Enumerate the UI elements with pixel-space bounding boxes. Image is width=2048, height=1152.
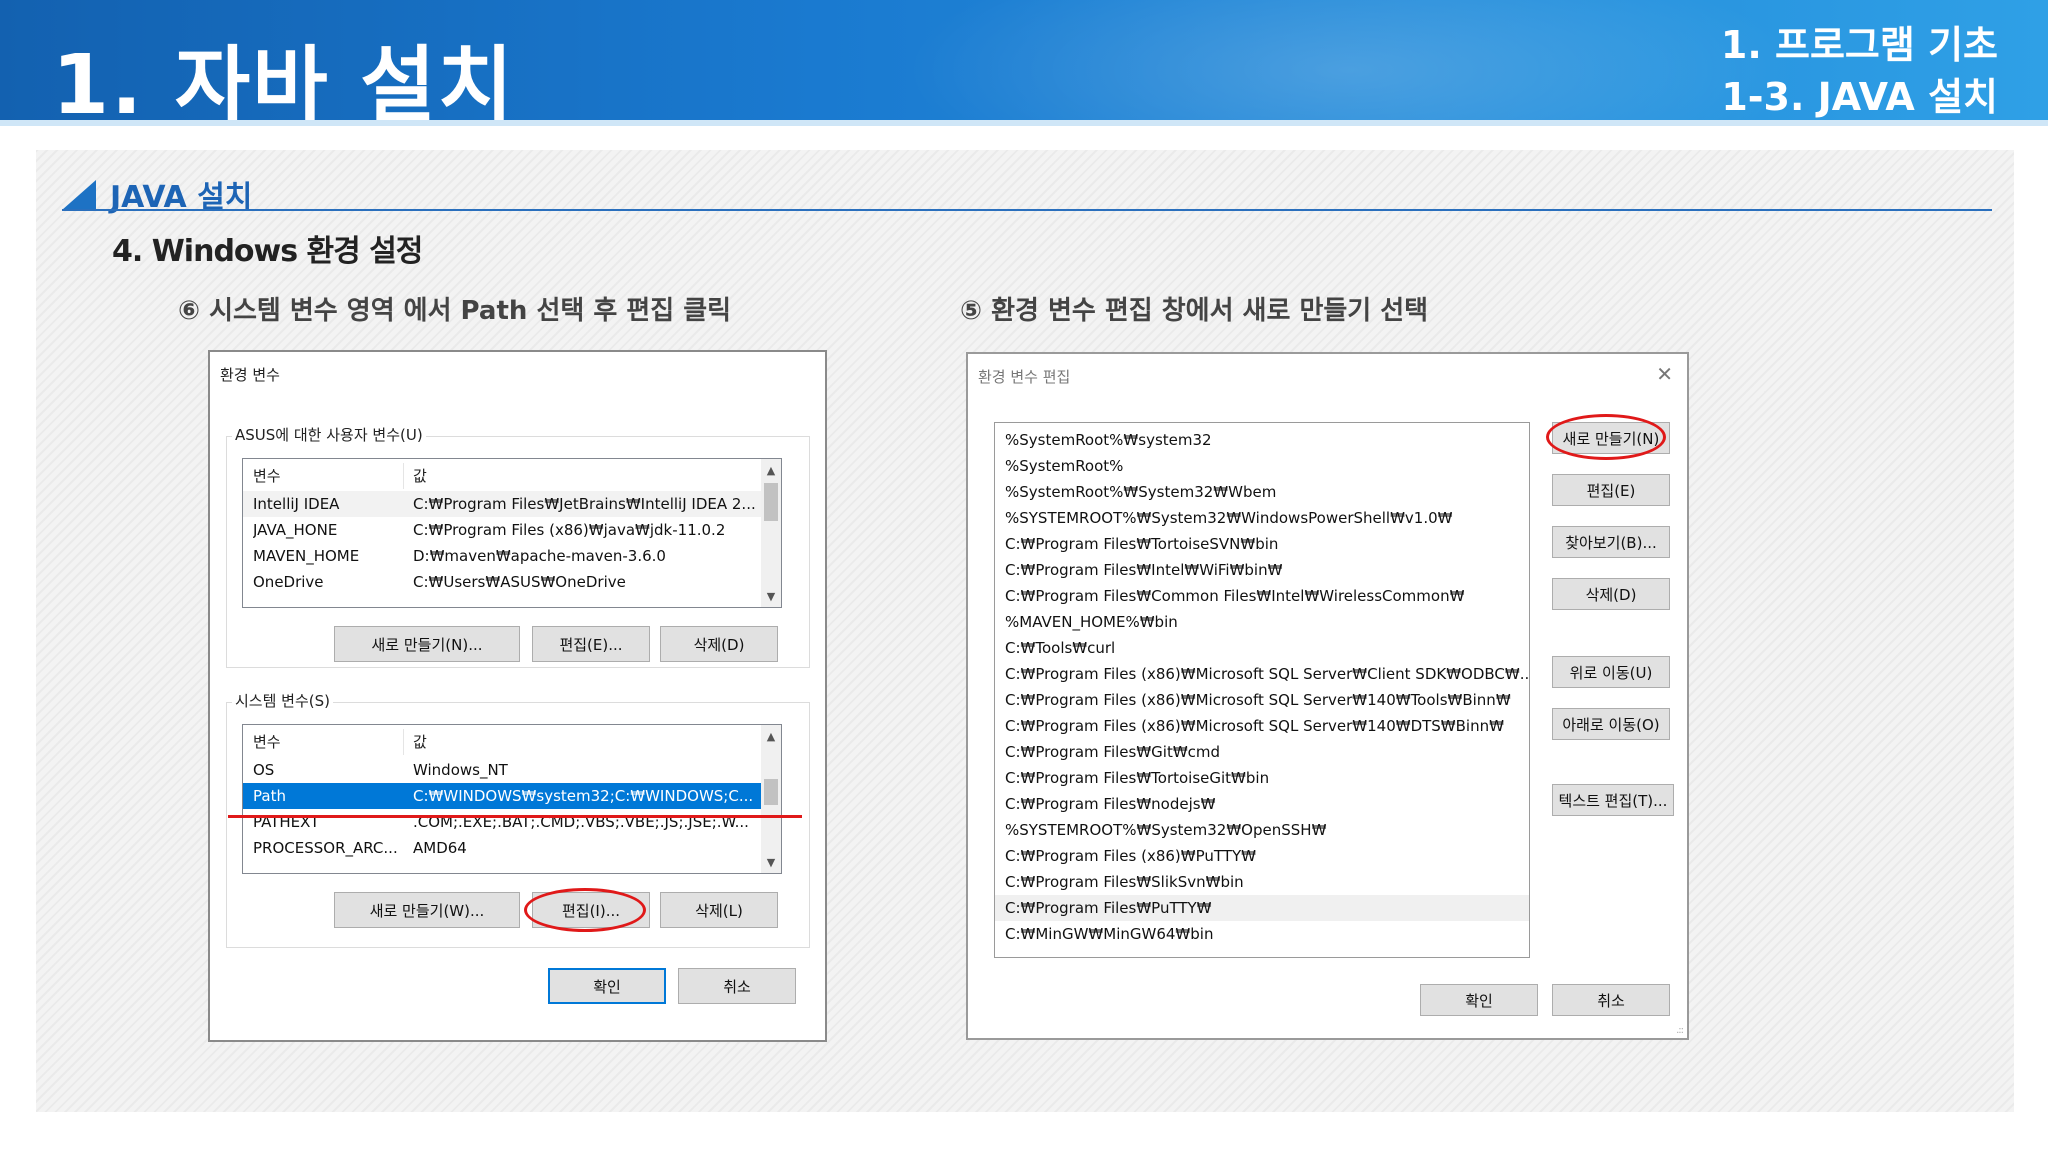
annotation-underline-path [228, 815, 802, 818]
caption-left: ⑥ 시스템 변수 영역 에서 Path 선택 후 편집 클릭 [178, 296, 732, 326]
edit-path-button[interactable]: 편집(E) [1552, 474, 1670, 506]
move-down-button[interactable]: 아래로 이동(O) [1552, 708, 1670, 740]
browse-button[interactable]: 찾아보기(B)... [1552, 526, 1670, 558]
ok-button[interactable]: 확인 [548, 968, 666, 1004]
annotation-circle-edit [524, 888, 646, 932]
var-value: Windows_NT [413, 761, 508, 779]
path-item[interactable]: %MAVEN_HOME%₩bin [995, 609, 1529, 635]
path-item[interactable]: C:₩Program Files₩Common Files₩Intel₩Wire… [995, 583, 1529, 609]
path-item[interactable]: %SYSTEMROOT%₩System32₩WindowsPowerShell₩… [995, 505, 1529, 531]
cancel-button[interactable]: 취소 [678, 968, 796, 1004]
scroll-thumb[interactable] [764, 483, 778, 521]
scroll-up-arrow-icon[interactable]: ▲ [761, 461, 781, 479]
path-item[interactable]: %SystemRoot% [995, 453, 1529, 479]
header-banner: 1. 자바 설치 1. 프로그램 기초 1-3. JAVA 설치 [0, 0, 2048, 126]
column-separator [403, 463, 404, 489]
caption-right: ⑤ 환경 변수 편집 창에서 새로 만들기 선택 [960, 296, 1429, 326]
dialog-title: 환경 변수 [220, 366, 280, 384]
path-item[interactable]: C:₩Program Files (x86)₩Microsoft SQL Ser… [995, 661, 1529, 687]
delete-path-button[interactable]: 삭제(D) [1552, 578, 1670, 610]
user-var-row[interactable]: JAVA_HONE C:₩Program Files (x86)₩java₩jd… [243, 517, 781, 543]
path-item[interactable]: C:₩Program Files (x86)₩Microsoft SQL Ser… [995, 713, 1529, 739]
system-list-scrollbar[interactable]: ▲ ▼ [761, 725, 781, 873]
path-item[interactable]: %SYSTEMROOT%₩System32₩OpenSSH₩ [995, 817, 1529, 843]
path-item[interactable]: C:₩Program Files₩Git₩cmd [995, 739, 1529, 765]
var-value: D:₩maven₩apache-maven-3.6.0 [413, 547, 666, 565]
var-name: MAVEN_HOME [253, 547, 360, 565]
path-item[interactable]: C:₩MinGW₩MinGW64₩bin [995, 921, 1529, 947]
var-value: C:₩Program Files (x86)₩java₩jdk-11.0.2 [413, 521, 726, 539]
var-name: Path [253, 787, 286, 805]
user-var-row[interactable]: OneDrive C:₩Users₩ASUS₩OneDrive [243, 569, 781, 595]
edit-text-button[interactable]: 텍스트 편집(T)... [1552, 784, 1674, 816]
path-item-highlighted[interactable]: C:₩Program Files₩PuTTY₩ [995, 895, 1529, 921]
path-list[interactable]: %SystemRoot%₩system32 %SystemRoot% %Syst… [994, 422, 1530, 958]
user-delete-button[interactable]: 삭제(D) [660, 626, 778, 662]
system-var-row[interactable]: PATHEXT .COM;.EXE;.BAT;.CMD;.VBS;.VBE;.J… [243, 809, 781, 835]
path-item[interactable]: C:₩Program Files₩SlikSvn₩bin [995, 869, 1529, 895]
scroll-thumb[interactable] [764, 779, 778, 805]
scroll-down-arrow-icon[interactable]: ▼ [761, 587, 781, 605]
slide-chapter: 1. 프로그램 기초 [1720, 23, 1998, 67]
var-value: C:₩Program Files₩JetBrains₩IntelliJ IDEA… [413, 495, 756, 513]
user-variables-list[interactable]: 변수 값 IntelliJ IDEA C:₩Program Files₩JetB… [242, 458, 782, 608]
column-header-value[interactable]: 값 [413, 463, 427, 489]
path-item[interactable]: %SystemRoot%₩system32 [995, 427, 1529, 453]
var-name: PROCESSOR_ARC... [253, 839, 398, 857]
user-var-row[interactable]: MAVEN_HOME D:₩maven₩apache-maven-3.6.0 [243, 543, 781, 569]
env-variables-dialog: 환경 변수 ASUS에 대한 사용자 변수(U) 변수 값 IntelliJ I… [208, 350, 827, 1042]
system-var-row[interactable]: PROCESSOR_ARC... AMD64 [243, 835, 781, 861]
section-divider [62, 209, 1992, 211]
user-new-button[interactable]: 새로 만들기(N)... [334, 626, 520, 662]
column-header-value[interactable]: 값 [413, 729, 427, 755]
var-name: JAVA_HONE [253, 521, 338, 539]
system-var-row[interactable]: OS Windows_NT [243, 757, 781, 783]
path-item[interactable]: %SystemRoot%₩System32₩Wbem [995, 479, 1529, 505]
cancel-button[interactable]: 취소 [1552, 984, 1670, 1016]
system-variables-list[interactable]: 변수 값 OS Windows_NT Path C:₩WINDOWS₩syste… [242, 724, 782, 874]
path-item[interactable]: C:₩Program Files₩TortoiseGit₩bin [995, 765, 1529, 791]
system-list-header: 변수 값 [243, 729, 781, 755]
path-item[interactable]: C:₩Program Files₩nodejs₩ [995, 791, 1529, 817]
move-up-button[interactable]: 위로 이동(U) [1552, 656, 1670, 688]
dialog-title: 환경 변수 편집 [978, 368, 1071, 386]
path-item[interactable]: C:₩Program Files (x86)₩PuTTY₩ [995, 843, 1529, 869]
user-list-scrollbar[interactable]: ▲ ▼ [761, 459, 781, 607]
slide-subchapter: 1-3. JAVA 설치 [1721, 75, 1998, 119]
path-item[interactable]: C:₩Program Files₩Intel₩WiFi₩bin₩ [995, 557, 1529, 583]
scroll-up-arrow-icon[interactable]: ▲ [761, 727, 781, 745]
resize-grip-icon[interactable]: .:: [1676, 1025, 1684, 1036]
column-header-name[interactable]: 변수 [253, 463, 403, 489]
column-separator [403, 729, 404, 755]
user-variables-label: ASUS에 대한 사용자 변수(U) [232, 424, 426, 445]
path-item[interactable]: C:₩Program Files (x86)₩Microsoft SQL Ser… [995, 687, 1529, 713]
path-item[interactable]: C:₩Program Files₩TortoiseSVN₩bin [995, 531, 1529, 557]
banner-sheen [900, 0, 1800, 126]
var-value: AMD64 [413, 839, 467, 857]
var-name: IntelliJ IDEA [253, 495, 340, 513]
annotation-circle-new [1546, 414, 1666, 460]
system-new-button[interactable]: 새로 만들기(W)... [334, 892, 520, 928]
path-item[interactable]: C:₩Tools₩curl [995, 635, 1529, 661]
close-icon[interactable]: ✕ [1656, 362, 1673, 386]
column-header-name[interactable]: 변수 [253, 729, 403, 755]
scroll-down-arrow-icon[interactable]: ▼ [761, 853, 781, 871]
system-variables-label: 시스템 변수(S) [232, 690, 333, 711]
section-triangle-icon [62, 180, 96, 210]
user-var-row[interactable]: IntelliJ IDEA C:₩Program Files₩JetBrains… [243, 491, 781, 517]
step-title: 4. Windows 환경 설정 [112, 234, 423, 269]
slide-title: 1. 자바 설치 [52, 38, 516, 126]
var-name: OneDrive [253, 573, 324, 591]
var-value: C:₩Users₩ASUS₩OneDrive [413, 573, 626, 591]
var-value: C:₩WINDOWS₩system32;C:₩WINDOWS;C... [413, 787, 754, 805]
system-var-row-selected[interactable]: Path C:₩WINDOWS₩system32;C:₩WINDOWS;C... [243, 783, 763, 809]
var-value: .COM;.EXE;.BAT;.CMD;.VBS;.VBE;.JS;.JSE;.… [413, 813, 749, 831]
user-list-header: 변수 값 [243, 463, 781, 489]
var-name: PATHEXT [253, 813, 320, 831]
ok-button[interactable]: 확인 [1420, 984, 1538, 1016]
var-name: OS [253, 761, 275, 779]
user-edit-button[interactable]: 편집(E)... [532, 626, 650, 662]
system-delete-button[interactable]: 삭제(L) [660, 892, 778, 928]
